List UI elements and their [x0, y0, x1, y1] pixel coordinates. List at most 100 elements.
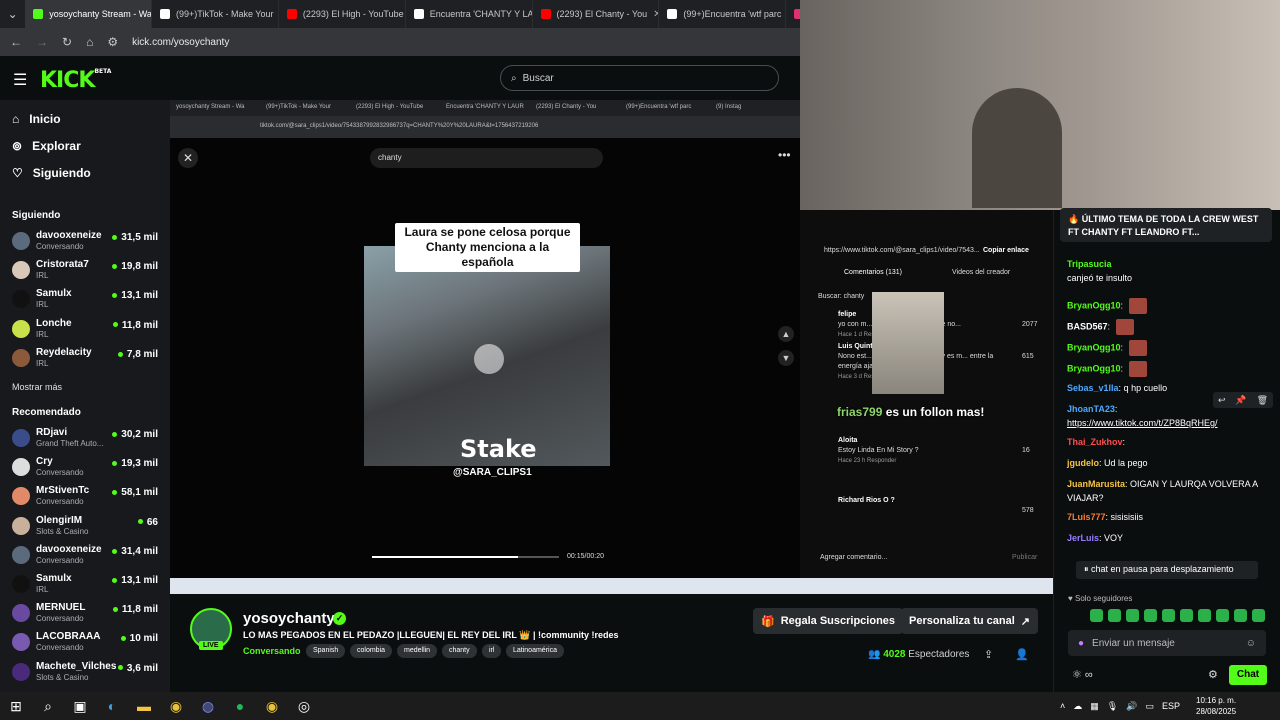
chat-username[interactable]: BASD567	[1067, 321, 1108, 331]
chat-username[interactable]: 7Luis777	[1067, 512, 1106, 522]
chrome-icon[interactable]: ◉	[256, 698, 288, 715]
chat-link[interactable]: https://www.tiktok.com/t/ZP8BqRHEg/	[1067, 418, 1218, 428]
emote-icon[interactable]	[1144, 609, 1157, 622]
chat-username[interactable]: JerLuis	[1067, 533, 1099, 543]
mic-icon[interactable]: 🎙	[1107, 701, 1118, 712]
spotify-icon[interactable]: ●	[224, 698, 256, 714]
emote-icon[interactable]	[1198, 609, 1211, 622]
forward-icon[interactable]: →	[36, 35, 48, 49]
sidebar-channel[interactable]: OlengirIM Slots & Casino 66	[12, 515, 162, 543]
chat-message[interactable]: Thai_Zukhov:	[1067, 435, 1272, 449]
emote-icon[interactable]	[1216, 609, 1229, 622]
stream-player[interactable]: yosoychanty Stream - Wa (99+)TikTok - Mak…	[170, 100, 800, 578]
emote-icon[interactable]	[1162, 609, 1175, 622]
cloud-icon[interactable]: ☁	[1073, 701, 1082, 712]
menu-icon[interactable]: ☰	[13, 70, 27, 90]
show-more-link[interactable]: Mostrar más	[12, 382, 62, 392]
chat-message[interactable]: 7Luis777: sisisisiis	[1067, 510, 1272, 524]
chat-username[interactable]: JuanMarusita	[1067, 479, 1125, 489]
mic-icon[interactable]: ●	[1078, 638, 1084, 649]
stream-tag[interactable]: Latinoamérica	[506, 644, 564, 658]
sidebar-channel[interactable]: MERNUEL Conversando 11,8 mil	[12, 602, 162, 630]
discord-icon[interactable]: ◍	[192, 698, 224, 715]
follow-user-icon[interactable]: 👤	[1015, 648, 1029, 661]
emote-icon[interactable]	[1090, 609, 1103, 622]
browser-tab[interactable]: (99+)Encuentra 'wtf parc✕	[659, 0, 787, 28]
chat-username[interactable]: BryanOgg10	[1067, 342, 1121, 352]
sidebar-channel[interactable]: Reydelacity IRL 7,8 mil	[12, 347, 162, 375]
stream-tag[interactable]: colombia	[350, 644, 393, 658]
clock[interactable]: 10:16 p. m. 28/08/2025	[1196, 695, 1236, 717]
chat-paused-banner[interactable]: ⏸ chat en pausa para desplazamiento	[1076, 561, 1258, 579]
sidebar-nav-siguiendo[interactable]: ♡ Siguiendo	[12, 166, 91, 180]
back-icon[interactable]: ←	[10, 35, 22, 49]
channel-name[interactable]: yosoychanty	[243, 610, 335, 627]
chat-username[interactable]: jgudelo	[1067, 458, 1099, 468]
browser-tab[interactable]: (99+)TikTok - Make Your✕	[152, 0, 279, 28]
emote-icon[interactable]	[1180, 609, 1193, 622]
chat-username[interactable]: BryanOgg10	[1067, 300, 1121, 310]
battery-icon[interactable]: ▭	[1145, 701, 1154, 712]
sidebar-channel[interactable]: davooxeneize Conversando 31,4 mil	[12, 544, 162, 572]
customize-channel-button[interactable]: Personaliza tu canal ↗	[901, 608, 1038, 634]
chat-message[interactable]: BryanOgg10:	[1067, 298, 1272, 314]
task-view-icon[interactable]: ▣	[64, 698, 96, 715]
sidebar-channel[interactable]: Cristorata7 IRL 19,8 mil	[12, 259, 162, 287]
url-field[interactable]: kick.com/yosoychanty	[132, 37, 229, 48]
chat-message[interactable]: BryanOgg10:	[1067, 361, 1272, 377]
sidebar-channel[interactable]: Samulx IRL 13,1 mil	[12, 288, 162, 316]
gift-subs-button[interactable]: 🎁 Regala Suscripciones	[753, 608, 904, 634]
pin-icon[interactable]: 📌	[1235, 395, 1246, 406]
sidebar-channel[interactable]: LACOBRAAA Conversando 10 mil	[12, 631, 162, 659]
stream-tag[interactable]: chanty	[442, 644, 477, 658]
chat-message[interactable]: BASD567:	[1067, 319, 1272, 335]
sidebar-channel[interactable]: MrStivenTc Conversando 58,1 mil	[12, 485, 162, 513]
sidebar-channel[interactable]: Cry Conversando 19,3 mil	[12, 456, 162, 484]
sidebar-nav-explorar[interactable]: ⊚ Explorar	[12, 139, 81, 153]
file-explorer-icon[interactable]: ▬	[128, 698, 160, 714]
chat-settings-icon[interactable]: ⚙	[1208, 668, 1218, 681]
edge-icon[interactable]: ◐	[96, 698, 128, 714]
browser-tab[interactable]: (2293) El High - YouTube✕	[279, 0, 406, 28]
chat-message[interactable]: BryanOgg10:	[1067, 340, 1272, 356]
pinned-message[interactable]: 🔥 ÚLTIMO TEMA DE TODA LA CREW WEST FT CH…	[1060, 208, 1272, 242]
stream-tag[interactable]: irl	[482, 644, 502, 658]
stream-tag[interactable]: medellin	[397, 644, 438, 658]
chevron-up-icon[interactable]: ˄	[1060, 701, 1065, 711]
emote-icon[interactable]	[1108, 609, 1121, 622]
obs-icon[interactable]: ◎	[288, 698, 320, 715]
home-icon[interactable]: ⌂	[86, 35, 93, 49]
sidebar-channel[interactable]: Lonche IRL 11,8 mil	[12, 318, 162, 346]
share-icon[interactable]: ⇪	[984, 648, 993, 661]
chat-username[interactable]: Sebas_v1lla	[1067, 383, 1119, 393]
emoji-icon[interactable]: ☺	[1246, 638, 1256, 649]
reload-icon[interactable]: ↻	[62, 35, 72, 49]
site-settings-icon[interactable]: ⚙	[107, 35, 118, 49]
chat-username[interactable]: Tripasucia	[1067, 259, 1112, 269]
search-icon[interactable]: ⌕	[32, 698, 64, 715]
network-icon[interactable]: ▦	[1090, 701, 1099, 712]
chat-username[interactable]: Thai_Zukhov	[1067, 437, 1123, 447]
volume-icon[interactable]: 🔊	[1126, 701, 1137, 712]
chrome-icon[interactable]: ◉	[160, 698, 192, 715]
chat-input[interactable]: ● Enviar un mensaje ☺	[1068, 630, 1266, 656]
delete-icon[interactable]: 🗑	[1257, 395, 1268, 406]
emote-icon[interactable]	[1252, 609, 1265, 622]
send-chat-button[interactable]: Chat	[1229, 665, 1267, 685]
language-indicator[interactable]: ESP	[1162, 701, 1180, 711]
emote-icon[interactable]	[1234, 609, 1247, 622]
tab-list-icon[interactable]: ⌄	[0, 7, 25, 21]
chat-message[interactable]: Tripasucia canjeó te insulto	[1067, 257, 1272, 285]
browser-tab[interactable]: Encuentra 'CHANTY Y LA✕	[406, 0, 533, 28]
chat-message[interactable]: JuanMarusita: OIGAN Y LAURQA VOLVERA A V…	[1067, 477, 1272, 505]
emote-icon[interactable]	[1126, 609, 1139, 622]
search-input[interactable]: ⌕ Buscar	[500, 65, 779, 91]
chat-message[interactable]: jgudelo: Ud la pego	[1067, 456, 1272, 470]
sidebar-channel[interactable]: davooxeneize Conversando 31,5 mil	[12, 230, 162, 258]
sidebar-channel[interactable]: Samulx IRL 13,1 mil	[12, 573, 162, 601]
chat-username[interactable]: JhoanTA23	[1067, 404, 1115, 414]
sidebar-nav-inicio[interactable]: ⌂ Inicio	[12, 112, 61, 126]
browser-tab[interactable]: (2293) El Chanty - You✕	[533, 0, 660, 28]
kick-logo[interactable]: KICKBETA	[40, 68, 111, 93]
reply-icon[interactable]: ↩	[1218, 395, 1226, 406]
